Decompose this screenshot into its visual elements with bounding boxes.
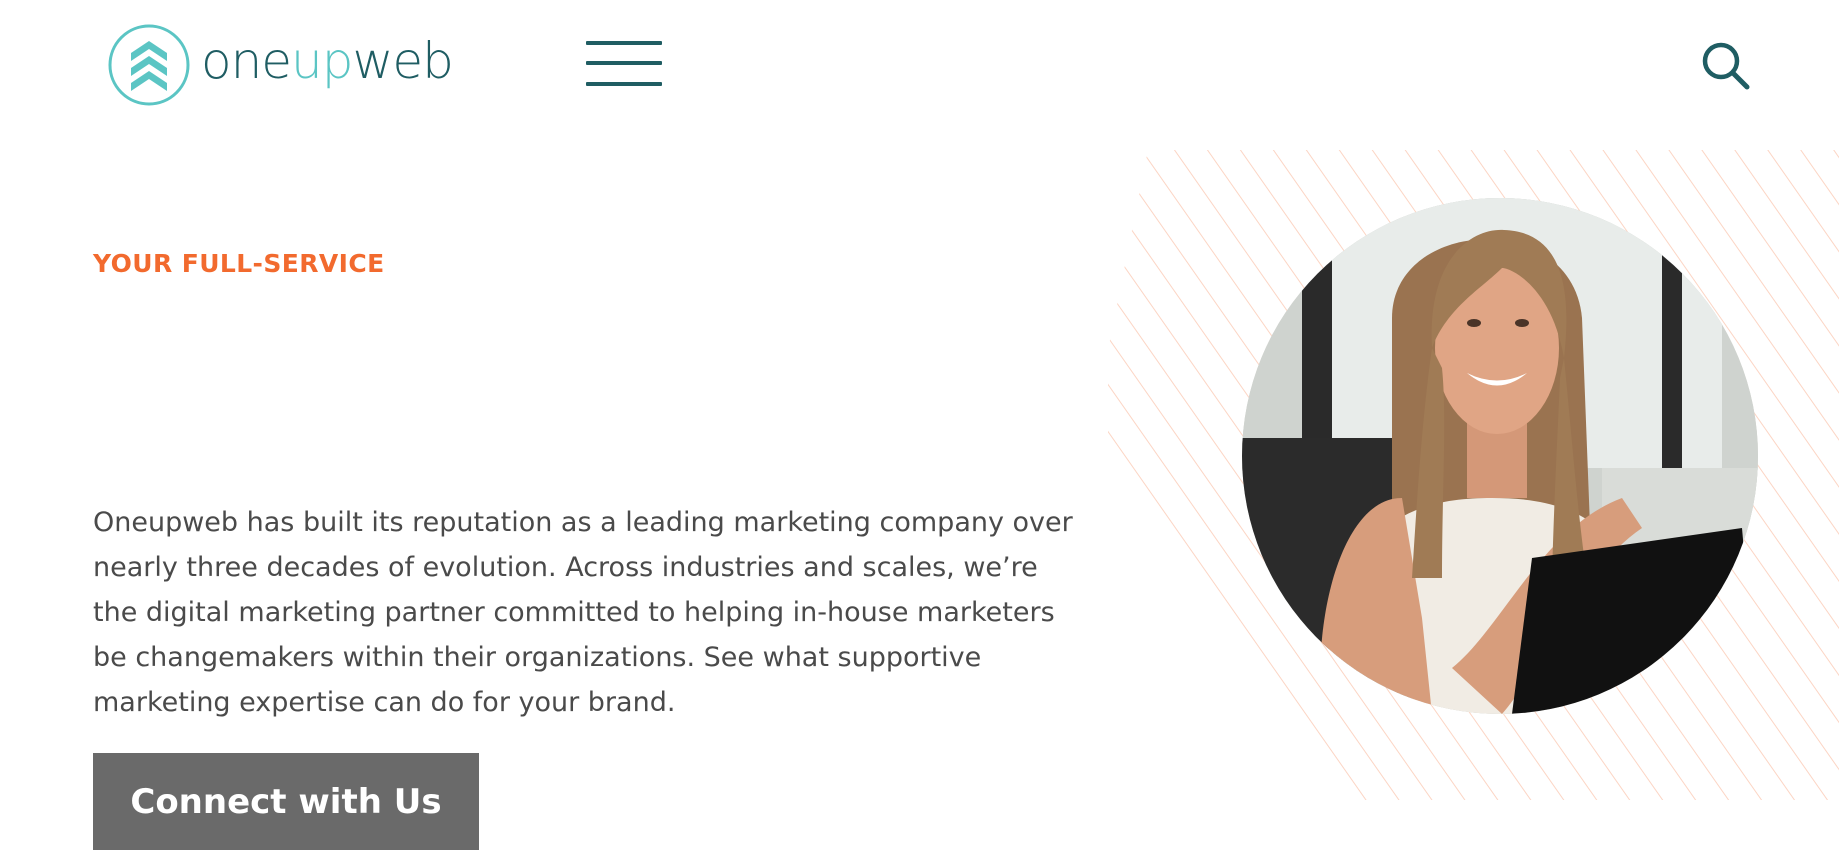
chevron-up-arrows-icon — [108, 24, 190, 106]
hero-portrait-image — [1242, 198, 1758, 714]
menu-bar-top — [586, 41, 662, 45]
logo-text-web: web — [352, 32, 453, 90]
menu-bar-middle — [586, 61, 662, 65]
search-icon — [1702, 42, 1750, 90]
hero-eyebrow: YOUR FULL-SERVICE — [93, 249, 385, 278]
menu-bar-bottom — [586, 82, 662, 86]
hero-intro-text: Oneupweb has built its reputation as a l… — [93, 507, 1073, 718]
logo-text-up: up — [291, 32, 353, 90]
logo-link[interactable]: oneupweb — [107, 22, 454, 108]
search-button[interactable] — [1700, 40, 1752, 92]
page: oneupweb YOUR FULL-SERVICE Oneupweb has … — [0, 0, 1839, 862]
logo-wordmark: oneupweb — [201, 36, 454, 86]
connect-button[interactable]: Connect with Us — [93, 753, 479, 850]
logo-text-one: one — [201, 32, 292, 90]
hamburger-menu-icon[interactable] — [586, 38, 662, 90]
